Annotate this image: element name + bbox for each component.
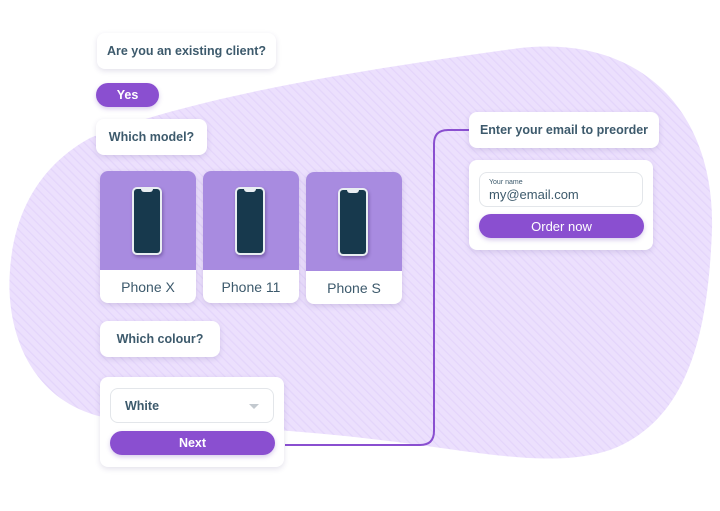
question-existing-client: Are you an existing client? bbox=[97, 33, 276, 69]
phone-option-label: Phone 11 bbox=[221, 278, 281, 295]
phone-option-phone-x[interactable]: Phone X bbox=[100, 171, 196, 303]
question-enter-email: Enter your email to preorder bbox=[469, 112, 659, 148]
phone-option-phone-11[interactable]: Phone 11 bbox=[203, 171, 299, 303]
smartphone-icon bbox=[132, 187, 162, 255]
answer-yes-label: Yes bbox=[116, 88, 139, 102]
colour-select-value: White bbox=[125, 398, 160, 413]
email-field[interactable]: Your name my@email.com bbox=[479, 172, 643, 207]
colour-form-card: White Next bbox=[100, 377, 284, 467]
question-which-model: Which model? bbox=[96, 119, 207, 155]
email-field-label: Your name bbox=[489, 179, 523, 186]
email-form-card: Your name my@email.com Order now bbox=[469, 160, 653, 250]
question-enter-email-text: Enter your email to preorder bbox=[479, 123, 649, 137]
chevron-down-icon bbox=[249, 404, 259, 409]
phone-option-label: Phone S bbox=[327, 279, 381, 296]
phone-option-phone-s[interactable]: Phone S bbox=[306, 172, 402, 304]
smartphone-icon bbox=[235, 187, 265, 255]
phone-option-label: Phone X bbox=[121, 278, 175, 295]
question-which-colour-text: Which colour? bbox=[116, 332, 204, 346]
smartphone-icon bbox=[338, 188, 368, 256]
colour-select[interactable]: White bbox=[110, 388, 274, 423]
question-existing-client-text: Are you an existing client? bbox=[106, 44, 267, 58]
question-which-colour: Which colour? bbox=[100, 321, 220, 357]
next-button-label: Next bbox=[178, 436, 207, 450]
next-button[interactable]: Next bbox=[110, 431, 275, 455]
order-now-label: Order now bbox=[531, 218, 592, 234]
email-field-value: my@email.com bbox=[489, 187, 579, 202]
answer-yes-button[interactable]: Yes bbox=[96, 83, 159, 107]
question-which-model-text: Which model? bbox=[108, 130, 195, 144]
order-now-button[interactable]: Order now bbox=[479, 214, 644, 238]
